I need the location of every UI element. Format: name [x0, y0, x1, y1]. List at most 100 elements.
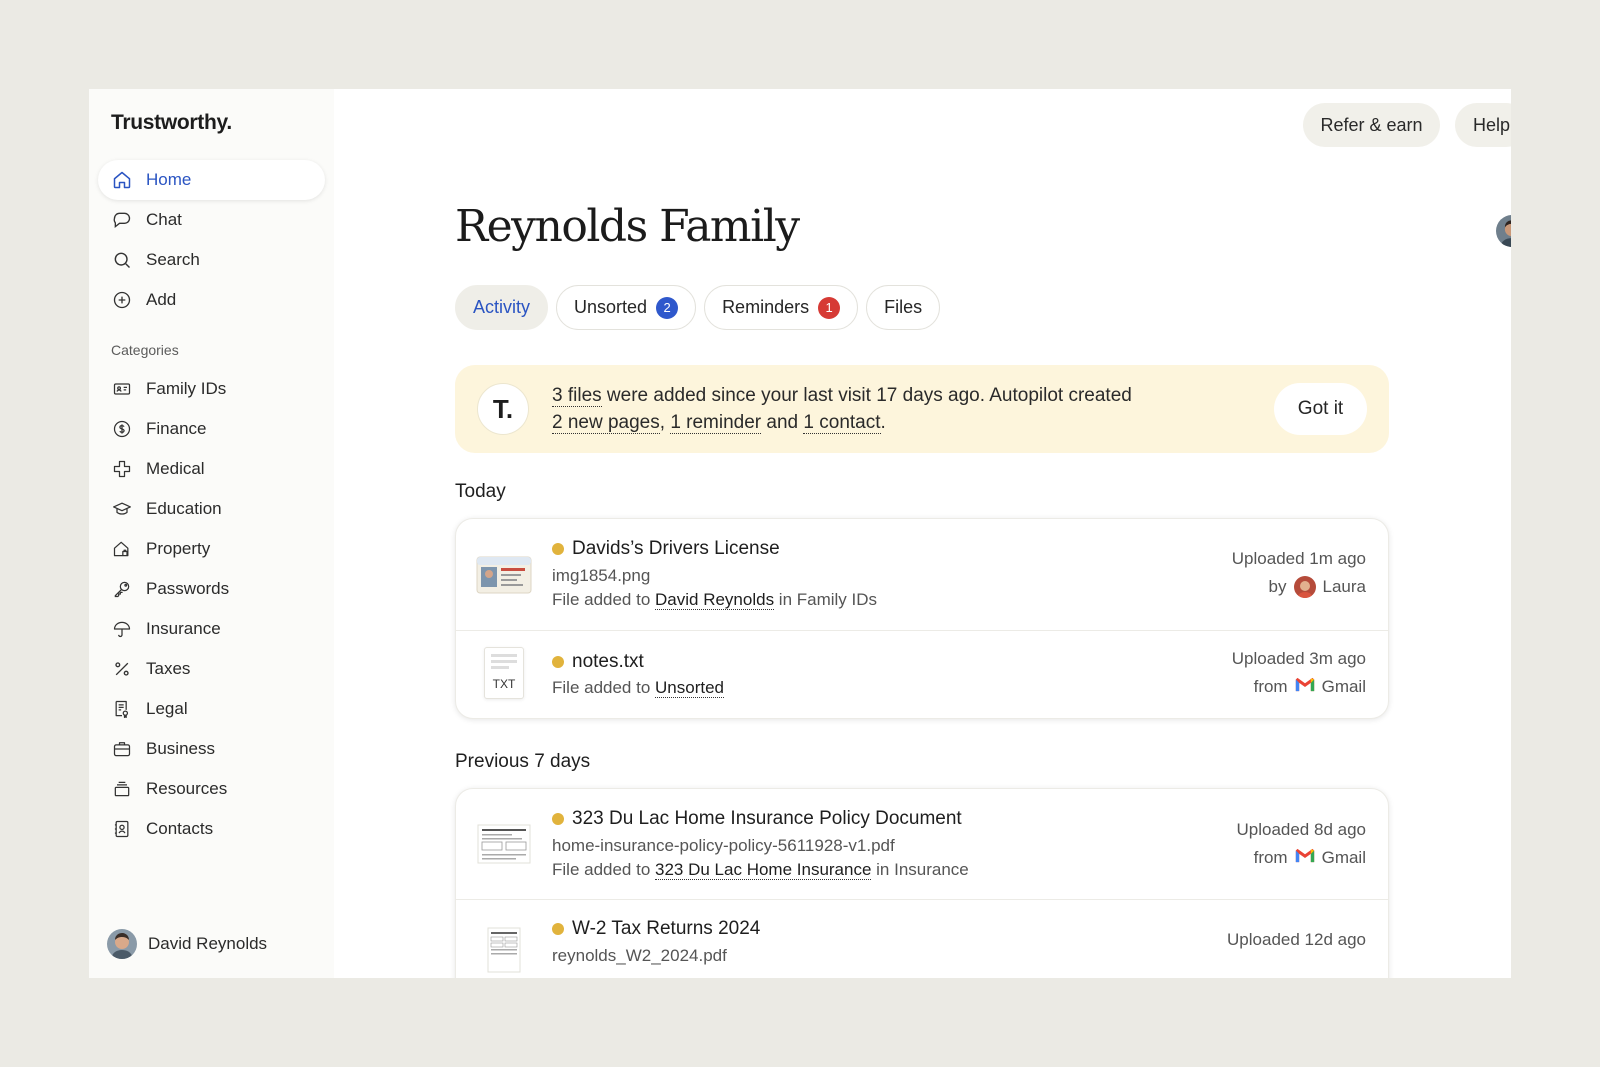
upload-time: Uploaded 1m ago: [1231, 549, 1366, 568]
section-title-today: Today: [455, 481, 506, 502]
sidebar-item-medical[interactable]: Medical: [98, 449, 325, 489]
banner-text: ,: [659, 412, 671, 433]
trustworthy-logo: T.: [477, 383, 529, 435]
file-name: reynolds_W2_2024.pdf: [552, 946, 727, 965]
source-name: Gmail: [1321, 848, 1366, 867]
activity-row[interactable]: W-2 Tax Returns 2024 reynolds_W2_2024.pd…: [456, 900, 1388, 978]
uploader-name: Laura: [1322, 577, 1366, 596]
sidebar-item-passwords[interactable]: Passwords: [98, 569, 325, 609]
user-name: David Reynolds: [148, 934, 268, 953]
sidebar-item-insurance[interactable]: Insurance: [98, 609, 325, 649]
upload-time: Uploaded 3m ago: [1231, 649, 1366, 668]
tab-reminders[interactable]: Reminders 1: [704, 285, 859, 330]
file-location: File added to Unsorted: [552, 678, 724, 698]
sidebar-item-contacts[interactable]: Contacts: [98, 809, 325, 849]
sidebar-item-legal[interactable]: Legal: [98, 689, 325, 729]
new-pages-link[interactable]: 2 new pages: [552, 412, 660, 434]
medical-cross-icon: [111, 458, 133, 480]
reminder-link[interactable]: 1 reminder: [670, 412, 762, 434]
nav-item-search[interactable]: Search: [98, 240, 325, 280]
primary-nav: Home Chat Search Add: [98, 160, 325, 320]
sidebar-item-business[interactable]: Business: [98, 729, 325, 769]
count-badge: 1: [818, 296, 841, 319]
avatar: [1293, 576, 1316, 598]
got-it-button[interactable]: Got it: [1274, 383, 1367, 435]
location-prefix: File added to: [552, 860, 656, 879]
sidebar-item-education[interactable]: Education: [98, 489, 325, 529]
sidebar-item-finance[interactable]: Finance: [98, 409, 325, 449]
tab-label: Unsorted: [574, 297, 648, 317]
location-link[interactable]: 323 Du Lac Home Insurance: [655, 860, 872, 880]
contact-link[interactable]: 1 contact: [803, 412, 881, 434]
location-suffix: in Insurance: [871, 860, 969, 879]
activity-card-today: Davids’s Drivers License img1854.png Fil…: [455, 518, 1389, 719]
sidebar-item-label: Insurance: [146, 619, 221, 638]
new-indicator-dot: [552, 923, 564, 935]
file-title[interactable]: notes.txt: [552, 651, 644, 673]
sidebar-item-property[interactable]: Property: [98, 529, 325, 569]
location-suffix: in Family IDs: [774, 590, 878, 609]
tab-label: Activity: [473, 297, 531, 317]
files-link[interactable]: 3 files: [552, 385, 602, 407]
sidebar-item-label: Legal: [146, 699, 188, 718]
tax-form-thumbnail: [476, 926, 532, 974]
file-title[interactable]: 323 Du Lac Home Insurance Policy Documen…: [552, 808, 962, 830]
file-title-text: notes.txt: [572, 651, 644, 672]
dollar-icon: [111, 418, 133, 440]
file-title[interactable]: Davids’s Drivers License: [552, 538, 780, 560]
stack-icon: [111, 778, 133, 800]
refer-earn-button[interactable]: Refer & earn: [1303, 103, 1440, 147]
file-title-text: 323 Du Lac Home Insurance Policy Documen…: [572, 808, 962, 829]
insurance-document-thumbnail: [476, 820, 532, 868]
location-prefix: File added to: [552, 678, 656, 697]
document-icon: [111, 698, 133, 720]
family-member-avatars[interactable]: JR: [1494, 213, 1511, 249]
location-link[interactable]: Unsorted: [655, 678, 724, 698]
file-location: File added to 323 Du Lac Home Insurance …: [552, 860, 969, 880]
uploader: by Laura: [1269, 573, 1366, 601]
location-prefix: File added to: [552, 590, 656, 609]
brand-logo[interactable]: Trustworthy.: [111, 111, 232, 135]
banner-message: 3 files were added since your last visit…: [552, 382, 1132, 436]
upload-meta: Uploaded 1m ago by Laura: [1232, 545, 1366, 601]
new-indicator-dot: [552, 813, 564, 825]
nav-label: Add: [146, 290, 177, 309]
graduation-cap-icon: [111, 498, 133, 520]
file-title[interactable]: W-2 Tax Returns 2024: [552, 918, 760, 940]
txt-file-thumbnail: TXT: [476, 647, 532, 699]
tab-bar: Activity Unsorted 2 Reminders 1 Files: [455, 285, 941, 330]
tab-files[interactable]: Files: [866, 285, 941, 330]
upload-meta: Uploaded 8d ago from Gmail: [1236, 816, 1366, 872]
new-indicator-dot: [552, 656, 564, 668]
activity-row[interactable]: 323 Du Lac Home Insurance Policy Documen…: [456, 789, 1388, 900]
activity-row[interactable]: TXT notes.txt File added to Unsorted Upl…: [456, 631, 1388, 718]
upload-time: Uploaded 8d ago: [1236, 820, 1366, 839]
house-icon: [111, 538, 133, 560]
tab-unsorted[interactable]: Unsorted 2: [556, 285, 697, 330]
briefcase-icon: [111, 738, 133, 760]
help-button[interactable]: Help: [1455, 103, 1511, 147]
nav-item-home[interactable]: Home: [98, 160, 325, 200]
id-card-icon: [111, 378, 133, 400]
file-title-text: Davids’s Drivers License: [572, 538, 780, 559]
categories-heading: Categories: [111, 342, 179, 358]
sidebar-item-family-ids[interactable]: Family IDs: [98, 369, 325, 409]
sidebar-item-taxes[interactable]: Taxes: [98, 649, 325, 689]
file-name: home-insurance-policy-policy-5611928-v1.…: [552, 836, 895, 855]
sidebar-item-resources[interactable]: Resources: [98, 769, 325, 809]
activity-row[interactable]: Davids’s Drivers License img1854.png Fil…: [456, 519, 1388, 631]
tab-activity[interactable]: Activity: [455, 285, 549, 330]
sidebar: Trustworthy. Home Chat Search Add Catego…: [89, 89, 334, 978]
upload-meta: Uploaded 3m ago from Gmail: [1232, 645, 1366, 701]
upload-source: from Gmail: [1254, 673, 1366, 701]
sidebar-item-label: Medical: [146, 459, 205, 478]
uploader-prefix: by: [1268, 577, 1287, 596]
nav-item-add[interactable]: Add: [98, 280, 325, 320]
home-icon: [111, 169, 133, 191]
source-name: Gmail: [1321, 677, 1366, 696]
user-profile[interactable]: David Reynolds: [107, 929, 267, 959]
member-avatar[interactable]: [1494, 213, 1511, 249]
drivers-license-thumbnail: [476, 551, 532, 599]
location-link[interactable]: David Reynolds: [655, 590, 775, 610]
nav-item-chat[interactable]: Chat: [98, 200, 325, 240]
